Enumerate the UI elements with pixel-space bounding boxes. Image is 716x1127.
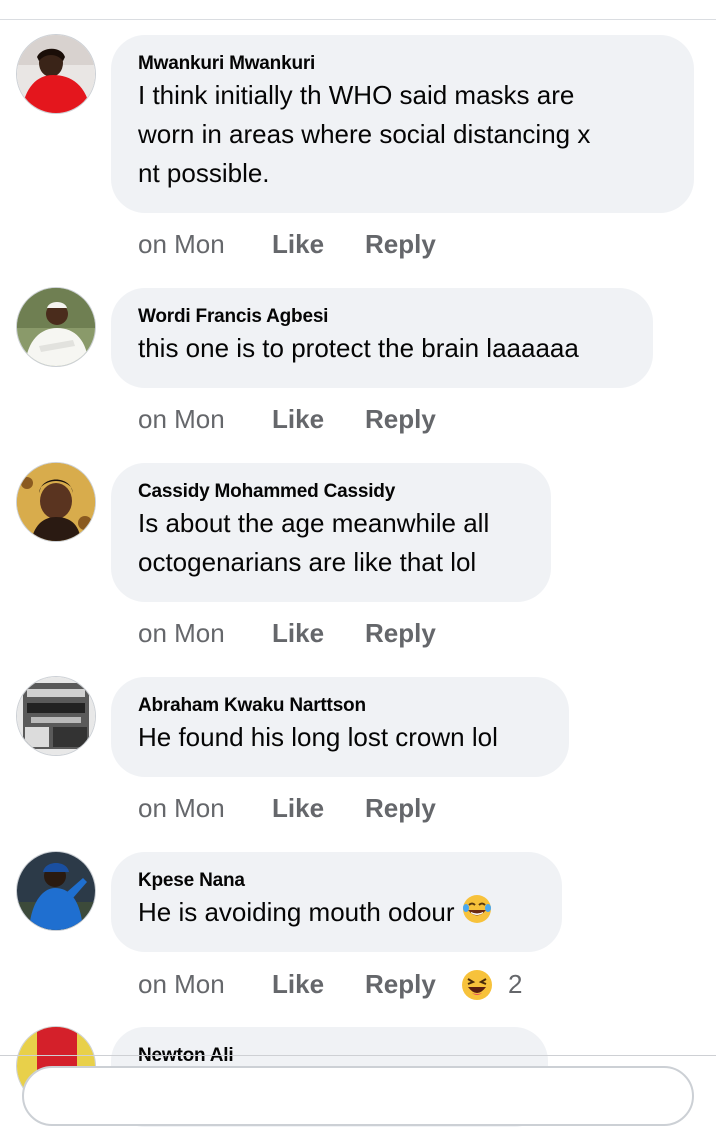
comment-text-line: I think initially th WHO said masks are	[138, 80, 575, 110]
comment-text: He found his long lost crown lol	[138, 718, 542, 757]
comment-timestamp[interactable]: on Mon	[138, 968, 225, 1000]
comment-bubble: Wordi Francis Agbesi this one is to prot…	[111, 288, 653, 388]
avatar-photo	[17, 852, 95, 930]
comment-text: I think initially th WHO said masks are …	[138, 76, 667, 193]
comment-bubble: Cassidy Mohammed Cassidy Is about the ag…	[111, 463, 551, 602]
comment-text-line: Is about the age meanwhile all	[138, 508, 490, 538]
reply-button[interactable]: Reply	[365, 968, 436, 1000]
comment-bubble: Mwankuri Mwankuri I think initially th W…	[111, 35, 694, 213]
reply-button[interactable]: Reply	[365, 792, 436, 824]
top-divider	[0, 19, 716, 20]
comment-author[interactable]: Cassidy Mohammed Cassidy	[138, 480, 524, 504]
comment-text: this one is to protect the brain laaaaaa	[138, 329, 626, 368]
comment-text-line: He is avoiding mouth odour	[138, 897, 455, 927]
like-button[interactable]: Like	[272, 617, 324, 649]
comment-text-line: this one is to protect the brain laaaaaa	[138, 333, 579, 363]
reply-button[interactable]: Reply	[365, 228, 436, 260]
like-button[interactable]: Like	[272, 968, 324, 1000]
avatar[interactable]	[17, 288, 95, 366]
comment-timestamp[interactable]: on Mon	[138, 228, 225, 260]
reply-button[interactable]: Reply	[365, 617, 436, 649]
comment-author[interactable]: Kpese Nana	[138, 869, 535, 893]
comment-author[interactable]: Newton Ali	[138, 1044, 521, 1068]
comment-timestamp[interactable]: on Mon	[138, 792, 225, 824]
comment-composer-input[interactable]	[22, 1066, 694, 1126]
comment-text-line: octogenarians are like that lol	[138, 547, 477, 577]
comment-text: He is avoiding mouth odour	[138, 893, 535, 936]
avatar-photo	[17, 677, 95, 755]
comment-author[interactable]: Mwankuri Mwankuri	[138, 52, 667, 76]
comment-text-line: nt possible.	[138, 158, 270, 188]
avatar[interactable]	[17, 852, 95, 930]
comment-bubble: Abraham Kwaku Narttson He found his long…	[111, 677, 569, 777]
reaction-count[interactable]: 2	[508, 968, 522, 1000]
comment-bubble: Kpese Nana He is avoiding mouth odour	[111, 852, 562, 952]
avatar[interactable]	[17, 677, 95, 755]
comment-author[interactable]: Abraham Kwaku Narttson	[138, 694, 542, 718]
comment-author[interactable]: Wordi Francis Agbesi	[138, 305, 626, 329]
comment-timestamp[interactable]: on Mon	[138, 403, 225, 435]
like-button[interactable]: Like	[272, 228, 324, 260]
reply-button[interactable]: Reply	[365, 403, 436, 435]
avatar[interactable]	[17, 35, 95, 113]
comment-text-line: He found his long lost crown lol	[138, 722, 498, 752]
comment-text-line: worn in areas where social distancing x	[138, 119, 591, 149]
avatar-photo	[17, 463, 95, 541]
haha-reaction-icon[interactable]	[461, 969, 493, 1008]
avatar-photo	[17, 35, 95, 113]
avatar[interactable]	[17, 463, 95, 541]
bottom-divider	[0, 1055, 716, 1056]
face-with-tears-of-joy-icon	[461, 893, 493, 936]
comment-text: Is about the age meanwhile all octogenar…	[138, 504, 524, 582]
like-button[interactable]: Like	[272, 403, 324, 435]
comment-timestamp[interactable]: on Mon	[138, 617, 225, 649]
like-button[interactable]: Like	[272, 792, 324, 824]
avatar-photo	[17, 288, 95, 366]
